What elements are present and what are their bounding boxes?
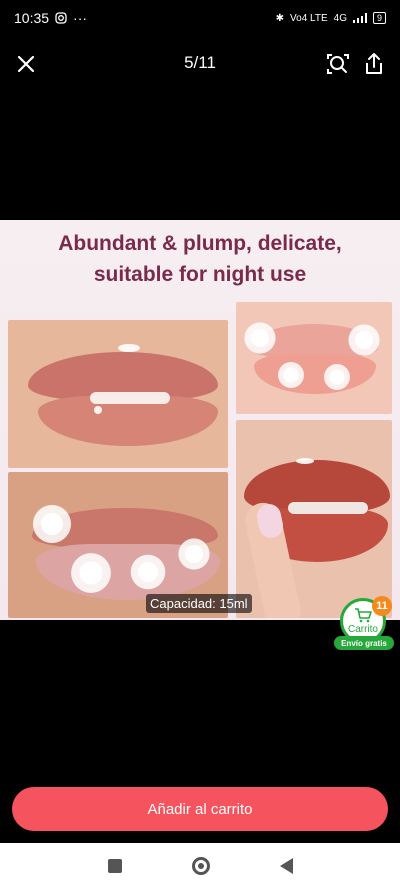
cart-label: Carrito [347,624,378,635]
share-icon[interactable] [360,50,388,78]
more-notifications-icon: ··· [73,10,88,26]
signal-icon [352,13,367,23]
lips-photo-foam-1 [236,302,392,414]
bluetooth-icon: ✱ [275,12,285,24]
cart-button[interactable]: Carrito 11 Envío gratis [334,596,394,650]
home-icon[interactable] [191,857,210,875]
free-shipping-badge: Envío gratis [334,636,394,650]
status-bar: 10:35 ··· ✱ Vo4 LTE 4G 9 [0,0,400,36]
lips-photo-glossy [8,320,228,468]
capacity-label: Capacidad: 15ml [146,594,252,613]
lips-photo-finger [236,420,392,618]
product-image-headline: Abundant & plump, delicate, suitable for… [0,228,400,290]
status-time: 10:35 [14,10,50,26]
cart-count-badge: 11 [372,596,392,616]
network-label: Vo4 LTE [290,12,328,24]
signal-label: 4G [333,12,347,24]
cart-icon [355,608,372,623]
battery-icon: 9 [372,12,386,24]
back-icon[interactable] [279,858,293,874]
instagram-icon [55,12,67,24]
system-nav-bar [0,843,400,889]
add-to-cart-button[interactable]: Añadir al carrito [12,787,388,831]
product-image[interactable]: Abundant & plump, delicate, suitable for… [0,220,400,620]
headline-line-1: Abundant & plump, delicate, [58,232,342,255]
viewer-top-bar: 5/11 [0,40,400,88]
visual-search-icon[interactable] [324,50,352,78]
headline-line-2: suitable for night use [93,263,307,286]
recents-icon[interactable] [107,859,122,873]
